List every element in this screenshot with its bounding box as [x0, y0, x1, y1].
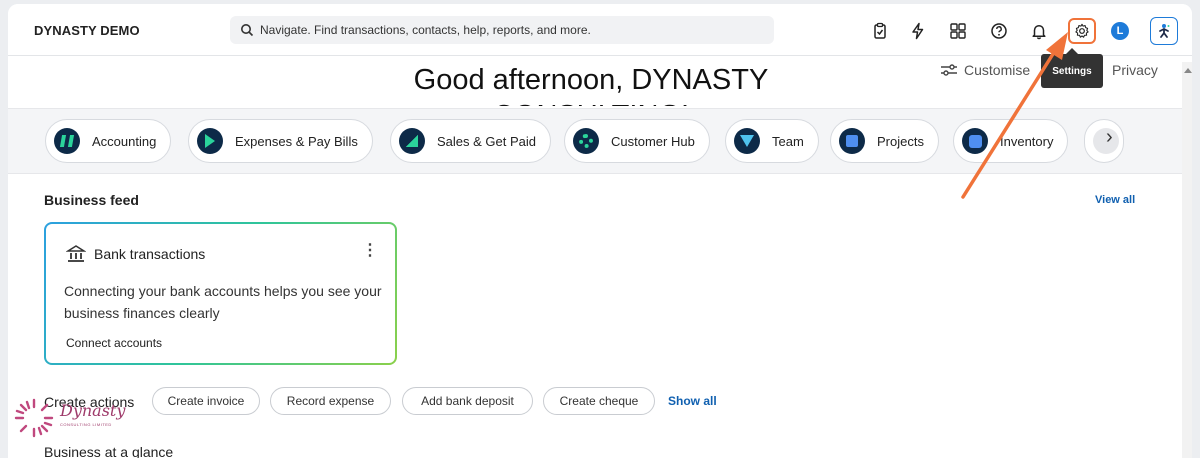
nav-pill-inventory[interactable]: Inventory — [953, 119, 1069, 163]
chevron-right-icon[interactable]: › — [1106, 126, 1113, 149]
sliders-icon — [941, 64, 957, 76]
company-name[interactable]: DYNASTY DEMO — [34, 23, 140, 38]
view-all-link[interactable]: View all — [1095, 194, 1135, 206]
bolt-icon[interactable] — [908, 21, 928, 41]
nav-pill-team[interactable]: Team — [725, 119, 819, 163]
nav-pill-label: Inventory — [1000, 133, 1054, 149]
nav-pill-label: Accounting — [92, 133, 157, 149]
nav-pill-customer-hub[interactable]: Customer Hub — [564, 119, 710, 163]
gear-icon — [1075, 23, 1089, 38]
customise-button[interactable]: Customise — [940, 62, 1030, 78]
customer-hub-icon — [573, 128, 599, 154]
inventory-icon — [962, 128, 988, 154]
search-input[interactable]: Navigate. Find transactions, contacts, h… — [230, 16, 774, 44]
expenses-icon — [197, 128, 223, 154]
dynasty-logo: Dynasty CONSULTING LIMITED — [8, 397, 128, 439]
customise-label: Customise — [964, 62, 1031, 78]
accounting-icon — [54, 128, 80, 154]
projects-icon — [839, 128, 865, 154]
greeting-heading: Good afternoon, DYNASTY CONSULTING! — [358, 62, 824, 106]
settings-button[interactable] — [1068, 18, 1096, 44]
sales-icon — [399, 128, 425, 154]
search-placeholder: Navigate. Find transactions, contacts, h… — [260, 23, 591, 37]
team-icon — [734, 128, 760, 154]
nav-pill-expenses[interactable]: Expenses & Pay Bills — [188, 119, 373, 163]
greeting-line2: CONSULTING! — [358, 98, 824, 106]
nav-pill-label: Customer Hub — [611, 133, 695, 149]
greeting-line1: Good afternoon, DYNASTY — [413, 64, 769, 96]
show-all-link[interactable]: Show all — [668, 394, 717, 408]
nav-pill-label: Expenses & Pay Bills — [235, 133, 358, 149]
add-bank-deposit-button[interactable]: Add bank deposit — [402, 387, 533, 415]
connect-accounts-link[interactable]: Connect accounts — [66, 336, 162, 350]
avatar[interactable]: L — [1111, 22, 1129, 40]
nav-pill-bar: Accounting Expenses & Pay Bills Sales & … — [8, 108, 1192, 174]
search-icon — [241, 24, 254, 37]
nav-pill-label: Sales & Get Paid — [437, 133, 536, 149]
nav-pill-accounting[interactable]: Accounting — [45, 119, 172, 163]
apps-icon[interactable] — [948, 21, 968, 41]
settings-tooltip: Settings — [1041, 48, 1103, 88]
business-feed-title: Business feed — [44, 192, 139, 208]
logo-subtitle: CONSULTING LIMITED — [60, 422, 112, 427]
scrollbar[interactable] — [1182, 62, 1192, 458]
more-options-icon[interactable]: ⋮ — [362, 243, 378, 259]
top-bar: DYNASTY DEMO Navigate. Find transactions… — [8, 4, 1192, 56]
bank-icon — [66, 245, 86, 262]
create-cheque-button[interactable]: Create cheque — [543, 387, 655, 415]
logo-burst-icon — [14, 398, 54, 438]
nav-pill-more[interactable] — [1084, 119, 1124, 163]
privacy-toggle[interactable]: Privacy — [1112, 62, 1158, 78]
app-window: DYNASTY DEMO Navigate. Find transactions… — [8, 4, 1192, 458]
record-expense-button[interactable]: Record expense — [270, 387, 391, 415]
nav-pill-label: Projects — [877, 133, 924, 149]
scroll-up-icon[interactable] — [1184, 68, 1192, 73]
card-title: Bank transactions — [94, 246, 206, 262]
task-icon[interactable] — [870, 21, 890, 41]
assistant-icon — [1159, 24, 1170, 38]
nav-pill-label: Team — [772, 133, 804, 149]
logo-wordmark: Dynasty — [60, 401, 126, 420]
create-invoice-button[interactable]: Create invoice — [152, 387, 260, 415]
bank-transactions-card: Bank transactions ⋮ Connecting your bank… — [44, 222, 397, 365]
business-at-a-glance-title: Business at a glance — [44, 444, 174, 458]
card-body: Connecting your bank accounts helps you … — [64, 283, 382, 321]
help-icon[interactable] — [989, 21, 1009, 41]
assistant-button[interactable] — [1150, 17, 1178, 45]
bell-icon[interactable] — [1029, 21, 1049, 41]
nav-pill-sales[interactable]: Sales & Get Paid — [390, 119, 551, 163]
nav-pill-projects[interactable]: Projects — [830, 119, 939, 163]
